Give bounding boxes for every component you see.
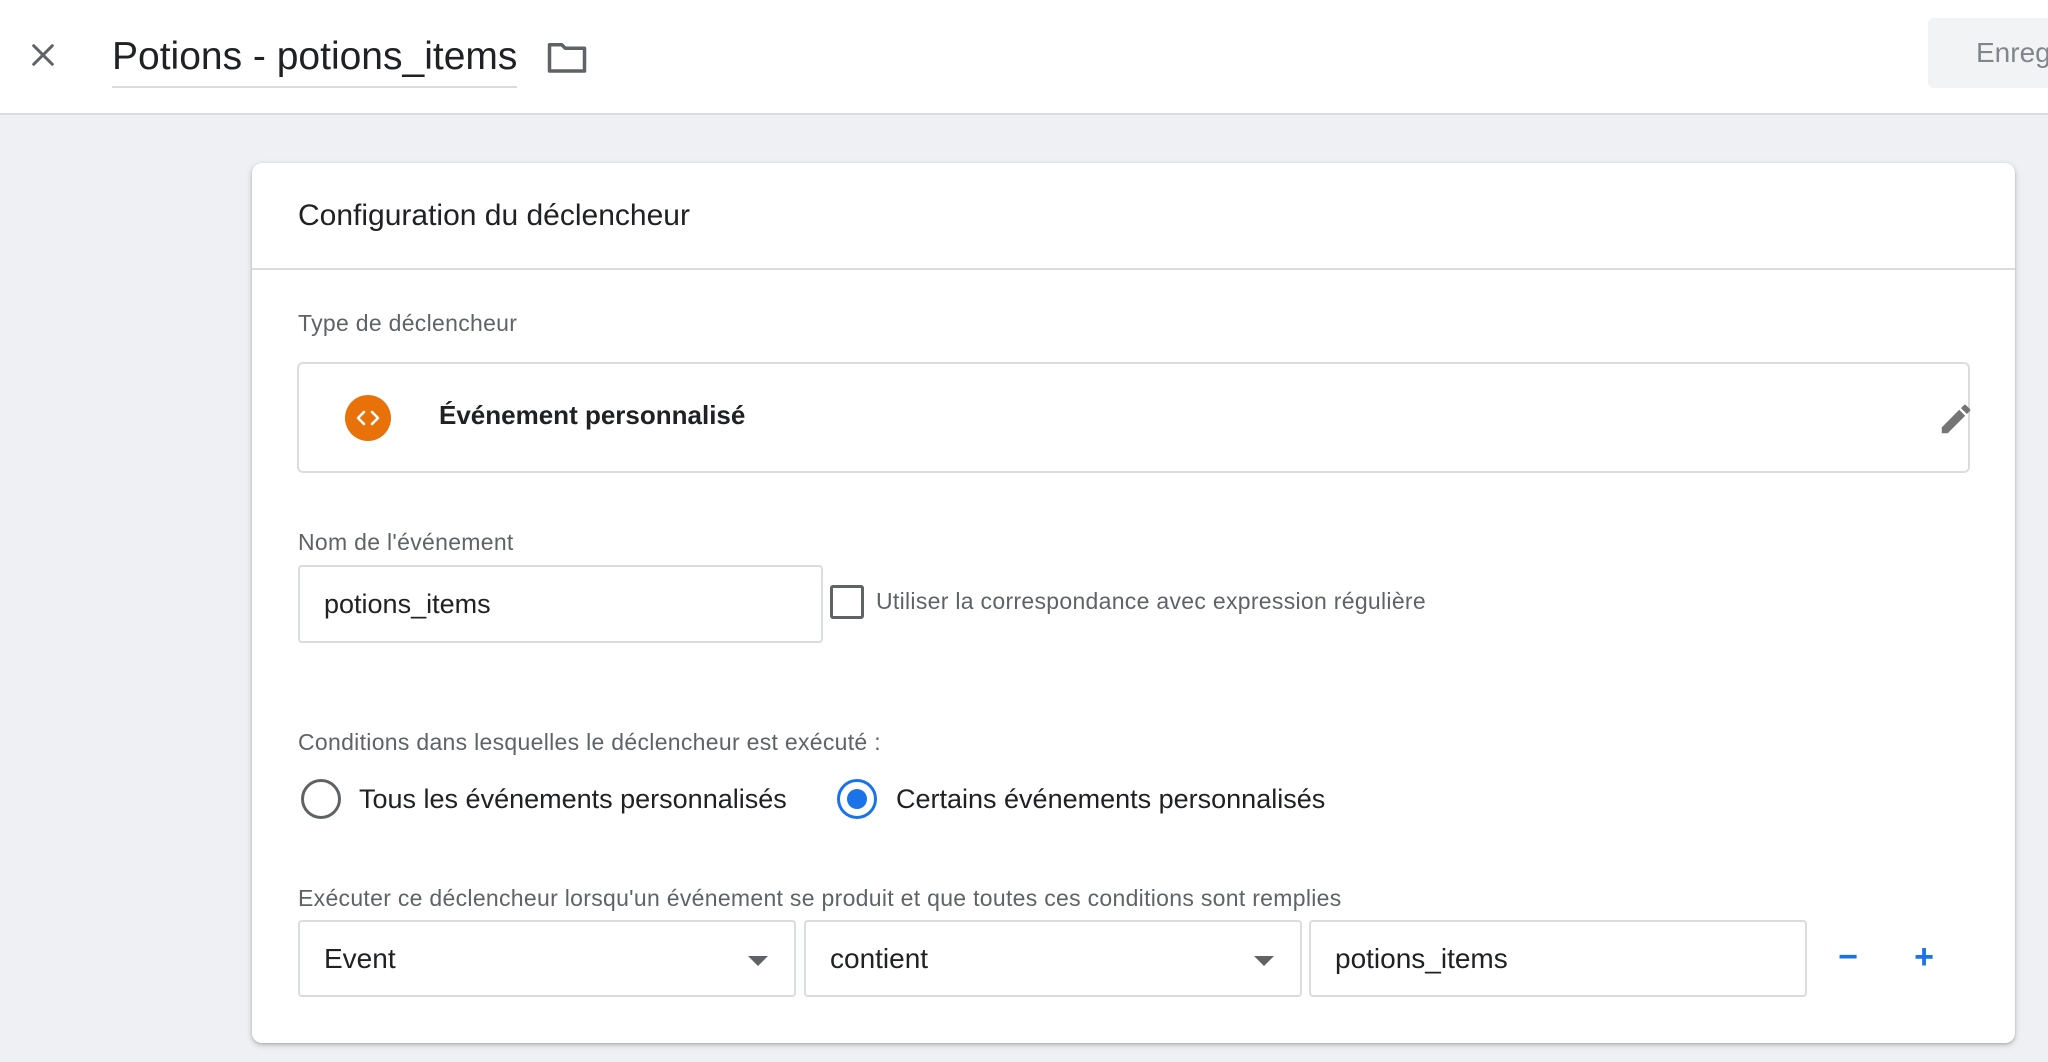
custom-event-icon	[345, 395, 391, 441]
close-icon	[32, 44, 54, 66]
trigger-type-selector[interactable]: Événement personnalisé	[297, 362, 1971, 473]
regex-checkbox-label: Utiliser la correspondance avec expressi…	[876, 588, 1426, 614]
folder-icon	[547, 43, 587, 73]
variable-select[interactable]: Event	[298, 920, 796, 997]
save-button[interactable]: Enregistrer	[1928, 18, 2048, 88]
radio-some-events[interactable]	[837, 779, 877, 819]
edit-trigger-type-button[interactable]	[1931, 394, 1981, 444]
radio-some-events-label: Certains événements personnalisés	[896, 784, 1326, 814]
conditions-label: Conditions dans lesquelles le déclencheu…	[298, 729, 881, 755]
event-name-input[interactable]: potions_items	[298, 565, 823, 643]
minus-icon: −	[1838, 937, 1858, 976]
trigger-configuration-card: Configuration du déclencheur Type de déc…	[252, 163, 2015, 1043]
add-condition-button[interactable]: +	[1901, 934, 1947, 980]
condition-value-input[interactable]: potions_items	[1309, 920, 1807, 997]
trigger-type-label: Type de déclencheur	[298, 310, 518, 336]
trigger-type-name: Événement personnalisé	[439, 400, 746, 430]
close-button[interactable]	[18, 30, 68, 80]
regex-checkbox[interactable]	[830, 585, 864, 619]
folder-button[interactable]	[542, 32, 592, 82]
operator-select[interactable]: contient	[804, 920, 1302, 997]
top-bar: Potions - potions_items Enregistrer	[0, 0, 2048, 115]
condition-value: potions_items	[1335, 942, 1508, 974]
plus-icon: +	[1914, 937, 1934, 976]
event-name-value: potions_items	[324, 588, 491, 619]
variable-select-value: Event	[324, 942, 396, 974]
radio-all-events[interactable]	[301, 779, 341, 819]
radio-all-events-label: Tous les événements personnalisés	[359, 784, 787, 814]
chevron-down-icon	[1254, 956, 1274, 966]
pencil-icon	[1941, 404, 1971, 434]
event-name-label: Nom de l'événement	[298, 529, 514, 555]
rule-label: Exécuter ce déclencheur lorsqu'un événem…	[298, 885, 1342, 911]
chevron-down-icon	[748, 956, 768, 966]
remove-condition-button[interactable]: −	[1825, 934, 1871, 980]
page-title: Potions - potions_items	[112, 35, 518, 78]
card-title: Configuration du déclencheur	[298, 198, 690, 232]
save-button-label: Enregistrer	[1976, 37, 2048, 68]
card-header: Configuration du déclencheur	[252, 163, 2015, 270]
operator-select-value: contient	[830, 942, 929, 974]
trigger-title-field[interactable]: Potions - potions_items	[112, 28, 518, 88]
